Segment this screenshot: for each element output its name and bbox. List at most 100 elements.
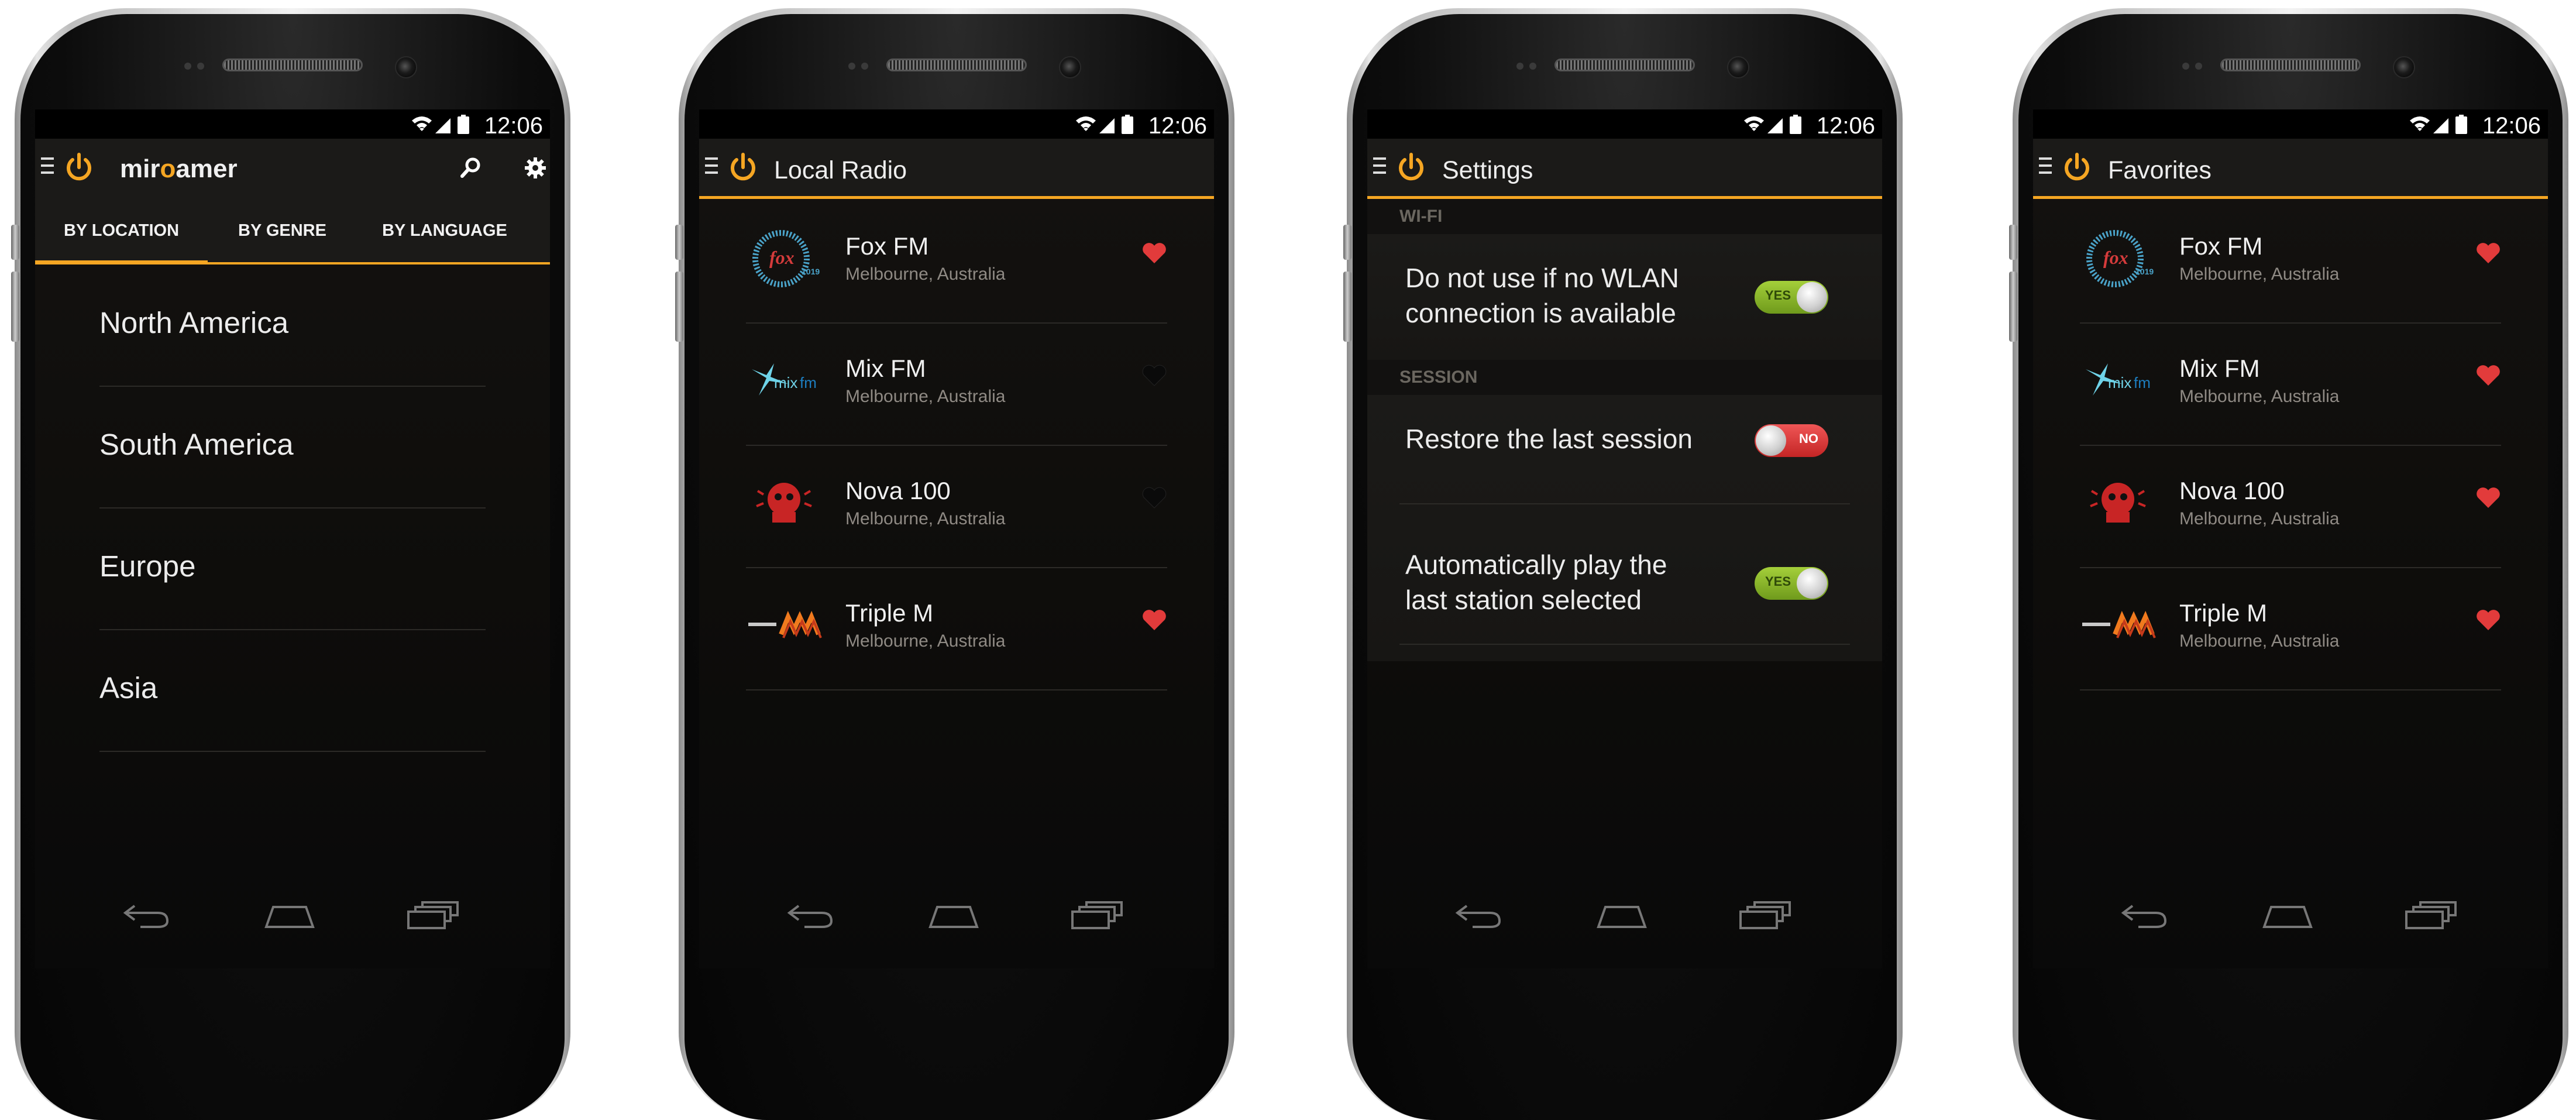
home-icon[interactable] [924, 898, 983, 933]
status-bar: 12:06 [1367, 109, 1882, 139]
page-title: Settings [1442, 156, 1533, 184]
status-bar: 12:06 [699, 109, 1214, 139]
power-icon[interactable] [2062, 152, 2092, 182]
svg-text:1019: 1019 [802, 267, 820, 276]
station-row-triple-m[interactable]: Triple M Melbourne, Australia [2080, 567, 2501, 690]
gear-icon[interactable] [524, 156, 547, 180]
divider [1399, 644, 1850, 645]
app-bar: miroamer [35, 139, 550, 197]
recent-apps-icon[interactable] [1736, 898, 1794, 933]
station-row-triple-m[interactable]: Triple M Melbourne, Australia [746, 567, 1167, 690]
fox-fm-logo: fox 1019 [752, 230, 820, 287]
station-name: Triple M [2179, 599, 2268, 627]
back-icon[interactable] [117, 898, 176, 933]
back-icon[interactable] [781, 898, 840, 933]
clock: 12:06 [484, 113, 543, 139]
home-icon[interactable] [260, 898, 319, 933]
menu-icon[interactable] [1373, 157, 1386, 175]
location-item-south-america[interactable]: South America [99, 386, 486, 509]
volume-down-button [1343, 272, 1351, 342]
station-row-fox-fm[interactable]: fox 1019 Fox FM Melbourne, Australia [2080, 200, 2501, 324]
setting-label: Do not use if no WLAN connection is avai… [1405, 263, 1679, 328]
station-name: Fox FM [2179, 232, 2263, 260]
station-name: Triple M [845, 599, 934, 627]
heart-icon[interactable] [2475, 363, 2501, 387]
menu-icon[interactable] [41, 157, 54, 175]
autoplay-toggle[interactable]: YES [1755, 567, 1828, 600]
screen: 12:06 miroamer BY LOCATION BY GENRE BY L… [35, 109, 550, 968]
clock: 12:06 [2482, 113, 2541, 139]
volume-down-button [2009, 272, 2017, 342]
earpiece-speaker [222, 59, 363, 71]
station-name: Nova 100 [2179, 477, 2285, 504]
svg-text:fox: fox [769, 247, 795, 268]
phone-body: 12:06 Favorites fox 1019 Fox FM Melbourn… [2018, 14, 2563, 1120]
app-bar-divider [699, 196, 1214, 199]
triple-m-logo [2082, 610, 2156, 638]
station-name: Mix FM [2179, 355, 2260, 382]
wlan-toggle[interactable]: YES [1755, 281, 1828, 314]
sensor-dots [1516, 62, 1546, 70]
heart-icon[interactable] [2475, 608, 2501, 631]
volume-up-button [675, 225, 683, 260]
sensor-dots [848, 62, 878, 70]
station-row-mix-fm[interactable]: mix fm Mix FM Melbourne, Australia [2080, 322, 2501, 446]
tab-by-genre[interactable]: BY GENRE [208, 197, 357, 264]
search-icon[interactable] [459, 156, 483, 180]
tab-by-language[interactable]: BY LANGUAGE [357, 197, 532, 264]
sensor-dots [184, 62, 214, 70]
tab-indicator [35, 260, 208, 264]
status-bar: 12:06 [35, 109, 550, 139]
location-item-north-america[interactable]: North America [99, 264, 486, 387]
recent-apps-icon[interactable] [404, 898, 462, 933]
station-row-mix-fm[interactable]: mix fm Mix FM Melbourne, Australia [746, 322, 1167, 446]
menu-icon[interactable] [2039, 157, 2052, 175]
power-icon[interactable] [64, 152, 94, 182]
section-header-session: SESSION [1367, 360, 1882, 395]
restore-session-toggle[interactable]: NO [1755, 424, 1828, 457]
station-row-fox-fm[interactable]: fox 1019 Fox FM Melbourne, Australia [746, 200, 1167, 324]
station-location: Melbourne, Australia [845, 509, 1006, 528]
station-row-nova-100[interactable]: Nova 100 Melbourne, Australia [746, 445, 1167, 568]
location-item-europe[interactable]: Europe [99, 508, 486, 630]
screen: 12:06 Favorites fox 1019 Fox FM Melbourn… [2033, 109, 2548, 968]
location-item-asia[interactable]: Asia [99, 630, 486, 752]
volume-down-button [675, 272, 683, 342]
heart-icon[interactable] [1141, 363, 1167, 387]
phone-body: 12:06 Settings WI-FI Do not use if no WL… [1353, 14, 1897, 1120]
tab-by-location[interactable]: BY LOCATION [35, 197, 208, 264]
setting-row-wlan[interactable]: Do not use if no WLAN connection is avai… [1367, 234, 1882, 360]
mix-fm-logo: mix fm [2086, 363, 2151, 396]
tab-bar: BY LOCATION BY GENRE BY LANGUAGE [35, 197, 550, 264]
heart-icon[interactable] [2475, 241, 2501, 264]
home-icon[interactable] [2258, 898, 2317, 933]
heart-icon[interactable] [1141, 241, 1167, 264]
phone-home: 12:06 miroamer BY LOCATION BY GENRE BY L… [11, 8, 570, 1120]
status-bar: 12:06 [2033, 109, 2548, 139]
recent-apps-icon[interactable] [1068, 898, 1126, 933]
power-icon[interactable] [728, 152, 758, 182]
heart-icon[interactable] [1141, 486, 1167, 509]
volume-up-button [11, 225, 19, 260]
station-row-nova-100[interactable]: Nova 100 Melbourne, Australia [2080, 445, 2501, 568]
back-icon[interactable] [2115, 898, 2173, 933]
menu-icon[interactable] [705, 157, 718, 175]
back-icon[interactable] [1449, 898, 1508, 933]
setting-label-restore: Restore the last session [1405, 424, 1693, 454]
svg-text:fm: fm [800, 374, 817, 391]
power-icon[interactable] [1397, 152, 1426, 182]
sensor-dots [2182, 62, 2212, 70]
earpiece-speaker [886, 59, 1027, 71]
home-icon[interactable] [1593, 898, 1651, 933]
page-title: Favorites [2108, 156, 2212, 184]
heart-icon[interactable] [1141, 608, 1167, 631]
brand-logo: miroamer [120, 154, 238, 183]
heart-icon[interactable] [2475, 486, 2501, 509]
nav-bar [2018, 874, 2563, 974]
station-location: Melbourne, Australia [845, 264, 1006, 284]
phone-body: 12:06 Local Radio fox 1019 Fox FM Melbou… [685, 14, 1229, 1120]
svg-text:fm: fm [2134, 374, 2151, 391]
section-header-wifi: WI-FI [1367, 199, 1882, 234]
recent-apps-icon[interactable] [2402, 898, 2460, 933]
front-camera [2393, 56, 2415, 78]
